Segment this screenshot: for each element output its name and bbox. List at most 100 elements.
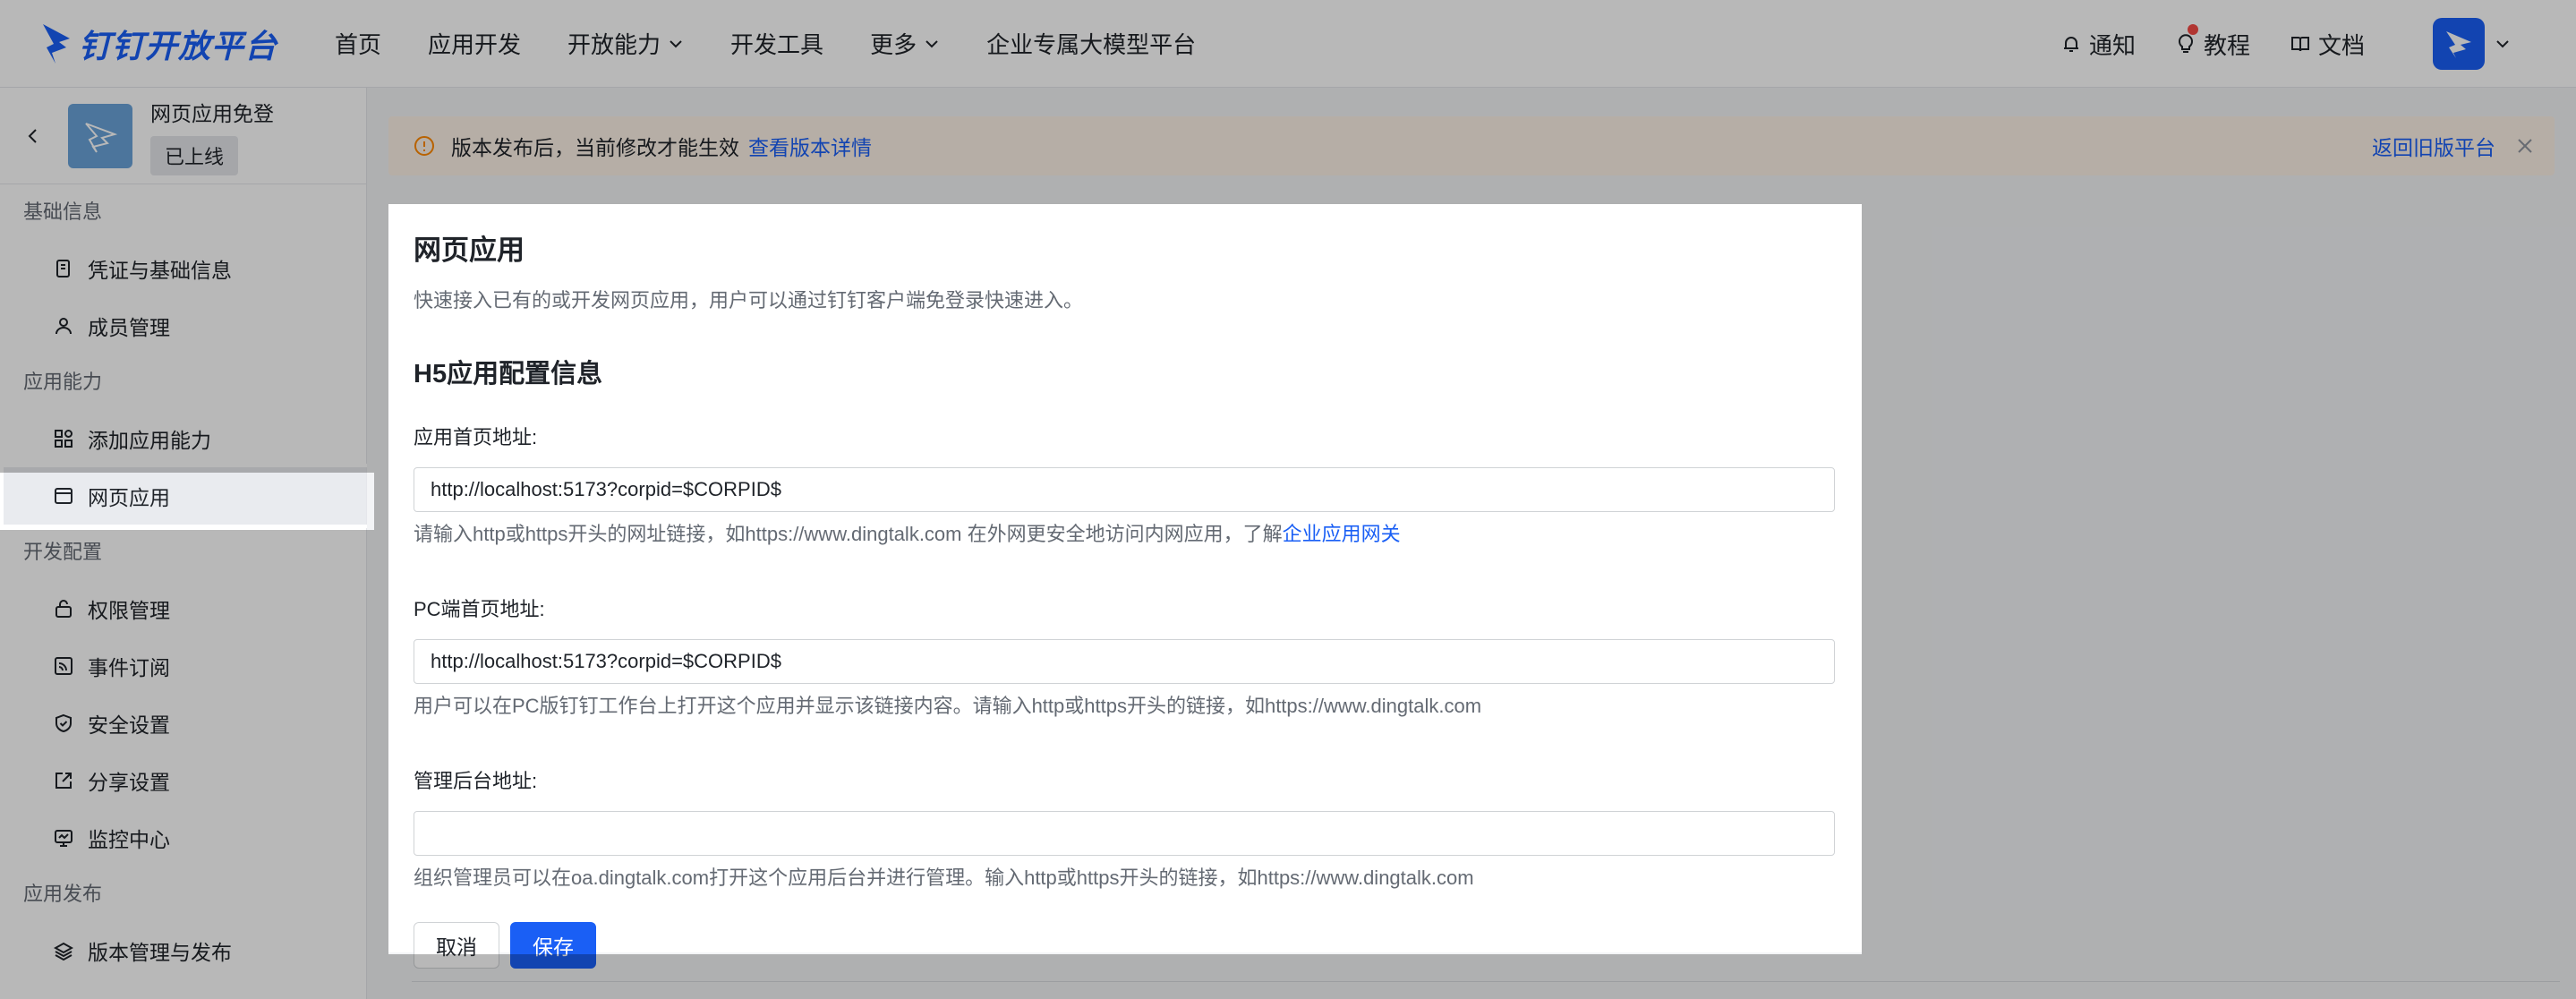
sidebar-item-label: 事件订阅 (88, 656, 170, 679)
admin-url-help: 组织管理员可以在oa.dingtalk.com打开这个应用后台并进行管理。输入h… (414, 867, 1474, 889)
save-button[interactable]: 保存 (510, 922, 596, 969)
admin-url-label: 管理后台地址: (414, 770, 538, 792)
sidebar: 网页应用免登 已上线 基础信息 凭证与基础信息 成员管理 应用能力 添加应用能力… (0, 88, 371, 999)
app-header: 网页应用免登 已上线 (0, 88, 366, 184)
sidebar-group-release: 应用发布 (23, 883, 103, 905)
brand-logo[interactable]: 钉钉开放平台 (41, 17, 301, 71)
sidebar-item-label: 权限管理 (88, 599, 170, 622)
browser-icon (55, 488, 73, 504)
pc-url-label: PC端首页地址: (414, 598, 545, 620)
admin-url-input[interactable] (414, 811, 1835, 856)
version-banner: 版本发布后，当前修改才能生效 查看版本详情 返回旧版平台 (388, 116, 2555, 175)
notification-dot (2187, 23, 2198, 35)
tutorial-label: 教程 (2203, 31, 2250, 59)
home-url-label: 应用首页地址: (414, 426, 538, 448)
sidebar-item-label: 安全设置 (88, 713, 170, 737)
nav-home[interactable]: 首页 (335, 27, 381, 60)
lock-icon (55, 600, 72, 618)
sidebar-item-versions[interactable]: 版本管理与发布 (0, 922, 366, 979)
nav-more[interactable]: 更多 (870, 27, 940, 60)
info-icon (414, 136, 434, 156)
app-name: 网页应用免登 (150, 101, 274, 125)
chevron-down-icon (670, 39, 682, 47)
user-avatar[interactable] (2433, 18, 2485, 70)
page-title: 网页应用 (414, 235, 525, 266)
dingtalk-avatar-icon (2446, 31, 2471, 58)
app-logo-icon (85, 122, 118, 153)
page-description: 快速接入已有的或开发网页应用，用户可以通过钉钉客户端免登录快速进入。 (414, 289, 1084, 312)
notify-link[interactable]: 通知 (2060, 28, 2136, 61)
nav-enterprise-llm[interactable]: 企业专属大模型平台 (986, 27, 1196, 60)
top-nav: 钉钉开放平台 首页 应用开发 开放能力 开发工具 更多 企业专属大模型平台 通知… (0, 0, 2576, 88)
sidebar-group-basic: 基础信息 (23, 201, 103, 223)
sidebar-item-security[interactable]: 安全设置 (0, 695, 366, 752)
sidebar-item-label: 分享设置 (88, 771, 170, 794)
sidebar-item-label: 凭证与基础信息 (88, 259, 232, 282)
shield-icon (55, 713, 72, 733)
pc-url-help: 用户可以在PC版钉钉工作台上打开这个应用并显示该链接内容。请输入http或htt… (414, 695, 1482, 717)
notify-label: 通知 (2088, 31, 2136, 59)
home-url-help: 请输入http或https开头的网址链接，如https://www.dingta… (414, 521, 1835, 548)
sidebar-item-label: 成员管理 (88, 316, 170, 339)
view-version-details-link[interactable]: 查看版本详情 (748, 131, 872, 161)
nav-home-label: 首页 (335, 31, 382, 58)
tutorial-link[interactable]: 教程 (2175, 23, 2250, 61)
close-icon[interactable] (2515, 136, 2535, 156)
home-url-input[interactable] (414, 467, 1835, 512)
sidebar-item-events[interactable]: 事件订阅 (0, 637, 366, 695)
sidebar-item-permissions[interactable]: 权限管理 (0, 580, 366, 637)
sidebar-item-credentials[interactable]: 凭证与基础信息 (0, 240, 366, 297)
nav-open-capability-label: 开放能力 (567, 31, 661, 58)
nav-app-dev-label: 应用开发 (428, 31, 522, 58)
rss-icon (55, 657, 73, 675)
credential-icon (56, 260, 70, 278)
pc-url-input[interactable] (414, 639, 1835, 684)
nav-enterprise-llm-label: 企业专属大模型平台 (986, 31, 1197, 58)
sidebar-item-share[interactable]: 分享设置 (0, 752, 366, 809)
nav-dev-tools[interactable]: 开发工具 (730, 27, 823, 60)
nav-more-label: 更多 (870, 31, 917, 58)
sidebar-item-label: 监控中心 (88, 828, 170, 851)
banner-text: 版本发布后，当前修改才能生效 (451, 136, 739, 159)
chevron-down-icon[interactable] (2494, 35, 2512, 53)
section-title: H5应用配置信息 (414, 360, 603, 388)
home-url-help-text: 请输入http或https开头的网址链接，如https://www.dingta… (414, 523, 1283, 545)
lightbulb-icon (2178, 34, 2193, 53)
sidebar-item-label: 版本管理与发布 (88, 941, 232, 964)
share-icon (55, 773, 72, 789)
nav-app-dev[interactable]: 应用开发 (428, 27, 521, 60)
back-arrow-icon[interactable] (23, 126, 43, 146)
chevron-down-icon (925, 39, 938, 47)
app-icon (68, 103, 132, 168)
layers-icon (54, 942, 73, 961)
nav-dev-tools-label: 开发工具 (730, 31, 824, 58)
web-app-config-card: 网页应用 快速接入已有的或开发网页应用，用户可以通过钉钉客户端免登录快速进入。 … (388, 204, 1862, 969)
sidebar-item-monitor[interactable]: 监控中心 (0, 809, 366, 867)
book-icon (2290, 37, 2309, 52)
grid-plus-icon (55, 430, 73, 448)
sidebar-item-label: 添加应用能力 (88, 429, 211, 452)
sidebar-item-label: 网页应用 (88, 486, 170, 509)
sidebar-item-members[interactable]: 成员管理 (0, 297, 366, 354)
banner-actions: 返回旧版平台 (2372, 116, 2535, 175)
main-content: 版本发布后，当前修改才能生效 查看版本详情 返回旧版平台 网页应用 快速接入已有… (367, 88, 2576, 999)
brand-name: 钉钉开放平台 (79, 27, 278, 64)
cancel-button[interactable]: 取消 (414, 922, 499, 969)
back-to-old-platform-link[interactable]: 返回旧版平台 (2372, 131, 2495, 161)
sidebar-group-dev-config: 开发配置 (23, 541, 103, 563)
docs-link[interactable]: 文档 (2290, 28, 2365, 61)
form-actions: 取消 保存 (414, 922, 1835, 969)
monitor-icon (55, 830, 73, 847)
nav-open-capability[interactable]: 开放能力 (567, 27, 684, 60)
main-nav: 首页 应用开发 开放能力 开发工具 更多 企业专属大模型平台 (335, 27, 1242, 60)
bell-icon (2063, 37, 2078, 52)
status-badge: 已上线 (150, 135, 239, 175)
divider (412, 981, 2560, 982)
user-icon (55, 318, 72, 335)
enterprise-gateway-link[interactable]: 企业应用网关 (1283, 523, 1401, 545)
sidebar-item-add-capability[interactable]: 添加应用能力 (0, 410, 366, 467)
nav-right: 通知 教程 文档 (2021, 0, 2512, 88)
dingtalk-logo-icon (43, 23, 70, 64)
app-meta: 网页应用免登 已上线 (150, 97, 274, 175)
sidebar-item-web-app[interactable]: 网页应用 (0, 464, 371, 528)
